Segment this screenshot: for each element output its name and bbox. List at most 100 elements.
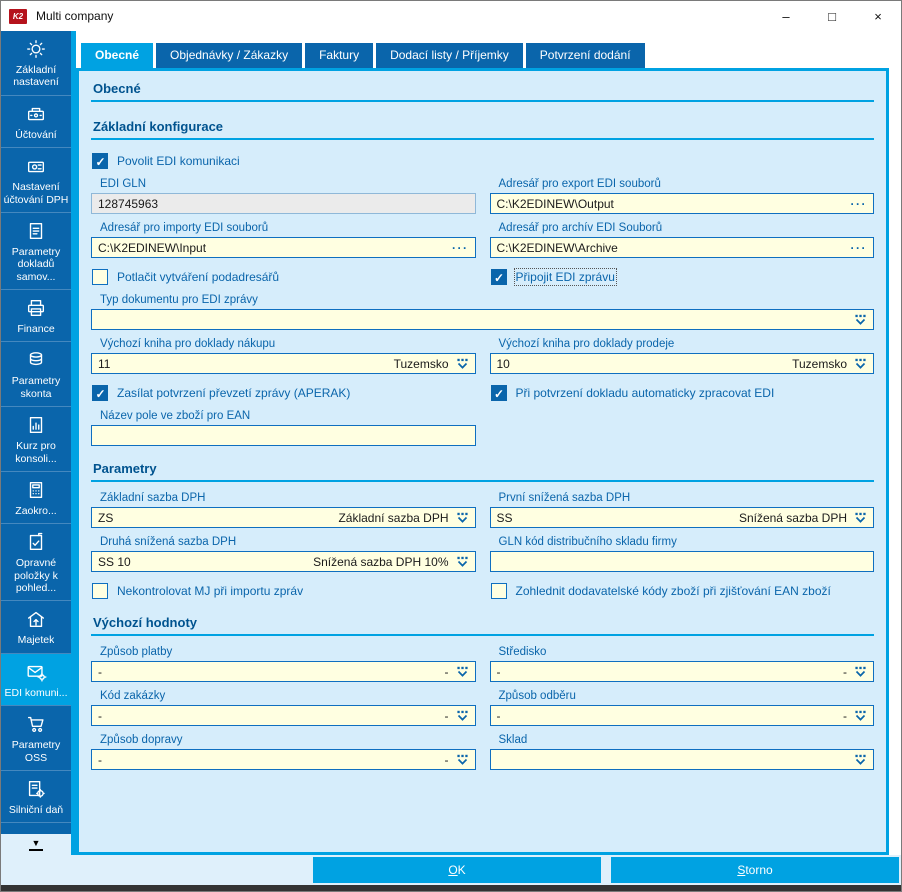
combo-dropdown-icon[interactable]: [456, 358, 469, 370]
auto-zpracovat-checkbox[interactable]: [490, 385, 507, 401]
app-window: K2 Multi company – □ × Základní nastaven…: [0, 0, 902, 892]
sidebar-item-kurz-pro-konsolidaci[interactable]: Kurz pro konsoli...: [1, 407, 71, 472]
content-area: Obecné Objednávky / Zákazky Faktury Doda…: [71, 31, 901, 855]
combo-dropdown-icon[interactable]: [456, 666, 469, 678]
tab-obecne[interactable]: Obecné: [81, 43, 154, 68]
druha-snizena-combo[interactable]: SS 10 Snížená sazba DPH 10%: [91, 551, 476, 572]
ean-pole-input[interactable]: [91, 425, 476, 446]
pripojit-checkbox[interactable]: [490, 269, 507, 285]
browse-ellipsis-icon[interactable]: [851, 197, 868, 211]
edi-gln-field: EDI GLN 128745963: [91, 176, 476, 214]
sidebar-item-parametry-oss[interactable]: Parametry OSS: [1, 706, 71, 771]
kniha-nakup-combo[interactable]: 11 Tuzemsko: [91, 353, 476, 374]
export-dir-label: Adresář pro export EDI souborů: [498, 178, 661, 190]
sklad-combo[interactable]: [489, 749, 874, 770]
edi-gln-label: EDI GLN: [100, 178, 147, 190]
gln-sklad-field: GLN kód distribučního skladu firmy: [489, 534, 874, 572]
stredisko-field: Středisko - -: [489, 644, 874, 682]
sidebar-item-parametry-dokladu-samov[interactable]: Parametry dokladů samov...: [1, 213, 71, 290]
archive-dir-input[interactable]: C:\K2EDINEW\Archive: [489, 237, 874, 258]
combo-dropdown-icon[interactable]: [456, 512, 469, 524]
checkbox-row-nekontrolovat-mj: Nekontrolovat MJ při importu zpráv: [91, 577, 476, 605]
potlacit-checkbox[interactable]: [92, 269, 108, 285]
zpusob-platby-label: Způsob platby: [100, 646, 173, 658]
export-dir-input[interactable]: C:\K2EDINEW\Output: [489, 193, 874, 214]
kod-zakazky-combo[interactable]: - -: [91, 705, 476, 726]
kniha-nakup-field: Výchozí kniha pro doklady nákupu 11 Tuze…: [91, 336, 476, 374]
checkbox-row-auto-zpracovat: Při potvrzení dokladu automaticky zpraco…: [490, 379, 875, 407]
gln-sklad-input[interactable]: [489, 551, 874, 572]
prvni-snizena-field: První snížená sazba DPH SS Snížená sazba…: [489, 490, 874, 528]
zohlednit-kody-checkbox[interactable]: [490, 583, 507, 599]
section-heading-vychozi-hodnoty: Výchozí hodnoty: [91, 605, 874, 636]
browse-ellipsis-icon[interactable]: [452, 241, 469, 255]
maximize-button[interactable]: □: [809, 1, 855, 31]
tab-faktury[interactable]: Faktury: [305, 43, 374, 68]
prvni-snizena-combo[interactable]: SS Snížená sazba DPH: [489, 507, 874, 528]
gln-sklad-label: GLN kód distribučního skladu firmy: [498, 536, 677, 548]
combo-dropdown-icon[interactable]: [854, 358, 867, 370]
typ-dokumentu-combo[interactable]: [91, 309, 874, 330]
sidebar-item-zaokrouhleni[interactable]: Zaokro...: [1, 472, 71, 525]
window-controls: – □ ×: [763, 1, 901, 31]
zohlednit-kody-label: Zohlednit dodavatelské kódy zboží při zj…: [515, 584, 831, 598]
combo-dropdown-icon[interactable]: [456, 710, 469, 722]
combo-dropdown-icon[interactable]: [854, 754, 867, 766]
document-check-icon: [29, 533, 43, 551]
stredisko-label: Středisko: [498, 646, 547, 658]
browse-ellipsis-icon[interactable]: [851, 241, 868, 255]
combo-dropdown-icon[interactable]: [854, 314, 867, 326]
document-icon: [29, 222, 43, 239]
window-title: Multi company: [36, 9, 114, 23]
sidebar-item-uctovani[interactable]: Účtování: [1, 96, 71, 149]
ok-button[interactable]: OK: [313, 857, 601, 883]
tab-dodaci-listy-prijemky[interactable]: Dodací listy / Příjemky: [376, 43, 523, 68]
chart-document-icon: [29, 417, 43, 434]
sidebar-item-opravne-polozky[interactable]: Opravné položky k pohled...: [1, 524, 71, 602]
archive-dir-label: Adresář pro archív EDI Souborů: [498, 222, 663, 234]
povolit-edi-checkbox[interactable]: [92, 153, 108, 169]
sidebar-item-silnicni-dan[interactable]: Silniční daň: [1, 771, 71, 824]
combo-dropdown-icon[interactable]: [854, 512, 867, 524]
checkbox-row-povolit-edi: Povolit EDI komunikaci: [91, 147, 874, 175]
sidebar-item-edi-komunikace[interactable]: EDI komuni...: [1, 653, 71, 707]
coins-icon: [29, 352, 43, 366]
zpusob-platby-combo[interactable]: - -: [91, 661, 476, 682]
edi-envelope-gear-icon: [27, 665, 47, 682]
sidebar-item-parametry-skonta[interactable]: Parametry skonta: [1, 342, 71, 408]
zpusob-odberu-combo[interactable]: - -: [489, 705, 874, 726]
minimize-button[interactable]: –: [763, 1, 809, 31]
tab-potvrzeni-dodani[interactable]: Potvrzení dodání: [525, 43, 645, 68]
nekontrolovat-mj-checkbox[interactable]: [92, 583, 108, 599]
combo-dropdown-icon[interactable]: [854, 710, 867, 722]
tab-objednavky-zakazky[interactable]: Objednávky / Zákazky: [156, 43, 303, 68]
scroll-down-icon[interactable]: ▼: [28, 838, 44, 851]
zakladni-sazba-combo[interactable]: ZS Základní sazba DPH: [91, 507, 476, 528]
storno-button[interactable]: Storno: [611, 857, 899, 883]
sidebar-item-zakladni-nastaveni[interactable]: Základní nastavení: [1, 31, 71, 96]
vat-settings-icon: [27, 161, 45, 173]
zakladni-sazba-label: Základní sazba DPH: [100, 492, 206, 504]
zakladni-sazba-field: Základní sazba DPH ZS Základní sazba DPH: [91, 490, 476, 528]
druha-snizena-field: Druhá snížená sazba DPH SS 10 Snížená sa…: [91, 534, 476, 572]
close-button[interactable]: ×: [855, 1, 901, 31]
combo-dropdown-icon[interactable]: [456, 556, 469, 568]
auto-zpracovat-label: Při potvrzení dokladu automaticky zpraco…: [515, 386, 775, 400]
import-dir-input[interactable]: C:\K2EDINEW\Input: [91, 237, 476, 258]
aperak-checkbox[interactable]: [92, 385, 108, 401]
zpusob-dopravy-combo[interactable]: - -: [91, 749, 476, 770]
edi-gln-input: 128745963: [91, 193, 476, 214]
section-heading-parametry: Parametry: [91, 451, 874, 482]
sidebar-item-nastaveni-uctovani-dph[interactable]: Nastavení účtování DPH: [1, 148, 71, 213]
stredisko-combo[interactable]: - -: [489, 661, 874, 682]
kniha-prodej-combo[interactable]: 10 Tuzemsko: [489, 353, 874, 374]
archive-dir-field: Adresář pro archív EDI Souborů C:\K2EDIN…: [489, 220, 874, 258]
typ-dokumentu-label: Typ dokumentu pro EDI zprávy: [100, 294, 258, 306]
typ-dokumentu-field: Typ dokumentu pro EDI zprávy: [91, 292, 874, 330]
combo-dropdown-icon[interactable]: [854, 666, 867, 678]
checkbox-row-zohlednit-kody: Zohlednit dodavatelské kódy zboží při zj…: [490, 577, 875, 605]
sidebar-item-majetek[interactable]: Majetek: [1, 601, 71, 654]
sidebar-item-finance[interactable]: Finance: [1, 290, 71, 343]
sklad-label: Sklad: [498, 734, 528, 746]
combo-dropdown-icon[interactable]: [456, 754, 469, 766]
